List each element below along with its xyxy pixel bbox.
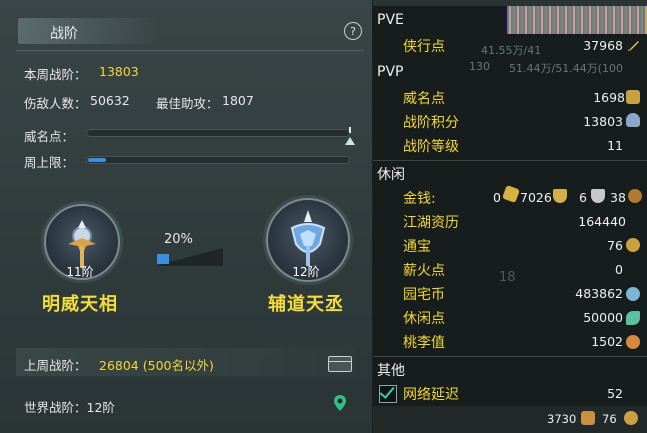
leisure-item-label: 薪火点 bbox=[403, 263, 445, 279]
leisure-item-label: 休闲点 bbox=[403, 311, 445, 327]
assist-label: 最佳助攻： bbox=[156, 96, 219, 111]
pvp-item-value: 13803 bbox=[583, 114, 623, 129]
weekly-rank-label: 本周战阶： bbox=[24, 67, 87, 82]
bottom-value-b: 76 bbox=[602, 412, 617, 426]
weekly-cap-bar bbox=[86, 156, 350, 164]
leisure-item-label: 江湖资历 bbox=[403, 215, 459, 231]
prestige-label: 威名点： bbox=[24, 129, 75, 144]
sword-icon bbox=[627, 37, 641, 51]
overlay-text-c: 51.44万/51.44万(100 bbox=[509, 62, 623, 75]
prestige-marker-icon bbox=[345, 137, 355, 145]
gold-ingot-icon bbox=[502, 185, 520, 203]
prestige-badge-icon bbox=[626, 90, 640, 104]
next-rank-level: 12阶 bbox=[292, 265, 320, 279]
pvp-item-value: 1698 bbox=[593, 90, 625, 105]
leaf-icon bbox=[626, 311, 640, 325]
section-pvp-header: PVP bbox=[377, 64, 404, 80]
panel-header: 战阶 bbox=[0, 14, 372, 48]
current-rank-level: 11阶 bbox=[66, 265, 94, 279]
section-leisure-header: 休闲 bbox=[377, 167, 405, 183]
divider bbox=[16, 50, 364, 51]
leisure-item-label: 通宝 bbox=[403, 239, 431, 255]
location-pin-icon[interactable] bbox=[333, 394, 347, 412]
money-label: 金钱: bbox=[403, 191, 436, 207]
weekly-rank-value: 13803 bbox=[99, 64, 139, 79]
pve-item-value: 37968 bbox=[583, 38, 623, 53]
upgrade-percent: 20% bbox=[164, 232, 193, 247]
header-banner bbox=[18, 18, 158, 44]
latency-label: 网络延迟 bbox=[403, 387, 459, 403]
section-pve-header: PVE bbox=[377, 12, 404, 28]
assist-value: 1807 bbox=[222, 93, 254, 108]
next-rank-name: 辅道天丞 bbox=[268, 294, 344, 315]
kills-label: 伤敌人数： bbox=[24, 96, 87, 111]
weekly-cap-label: 周上限： bbox=[24, 155, 75, 170]
silver-coin-icon bbox=[591, 189, 605, 203]
last-week-label: 上周战阶： bbox=[24, 358, 87, 373]
last-week-value: 26804 (500名以外) bbox=[99, 358, 214, 373]
panel-title: 战阶 bbox=[50, 26, 78, 42]
leisure-item-value: 1502 bbox=[591, 334, 623, 349]
tongbao-coin-icon bbox=[626, 238, 640, 252]
help-button[interactable]: ? bbox=[344, 22, 362, 40]
money-value-c: 6 bbox=[579, 190, 587, 205]
pve-item-label: 侠行点 bbox=[403, 39, 445, 55]
tongbao-coin-icon bbox=[624, 411, 638, 425]
current-rank-name: 明威天相 bbox=[42, 294, 118, 315]
money-value-b: 7026 bbox=[520, 190, 552, 205]
leisure-item-label: 桃李值 bbox=[403, 335, 445, 351]
pvp-item-label: 战阶等级 bbox=[403, 139, 459, 155]
pvp-item-label: 战阶积分 bbox=[403, 115, 459, 131]
leisure-item-value: 483862 bbox=[575, 286, 623, 301]
divider bbox=[373, 160, 647, 161]
silver-ingot-icon bbox=[553, 189, 567, 203]
background-number: 18 bbox=[499, 270, 516, 285]
leisure-item-value: 76 bbox=[607, 238, 623, 253]
decorative-stripes bbox=[507, 6, 647, 34]
prestige-marker-line bbox=[349, 127, 351, 133]
weekly-cap-fill bbox=[88, 158, 106, 162]
leisure-item-value: 164440 bbox=[578, 214, 626, 229]
peach-icon bbox=[626, 335, 640, 349]
leisure-item-value: 50000 bbox=[583, 310, 623, 325]
leisure-item-label: 园宅币 bbox=[403, 287, 445, 303]
money-value-d: 38 bbox=[610, 190, 626, 205]
rank-score-icon bbox=[626, 113, 640, 127]
reward-chest-icon[interactable] bbox=[328, 356, 352, 372]
house-coin-icon bbox=[626, 287, 640, 301]
upgrade-progress-fill bbox=[157, 254, 169, 264]
currency-panel: PVE 41.55万/41 130 51.44万/51.44万(100 侠行点 … bbox=[373, 0, 647, 433]
rank-panel: 战阶 ? 本周战阶： 13803 伤敌人数： 50632 最佳助攻： 1807 … bbox=[0, 0, 373, 433]
pvp-item-value: 11 bbox=[607, 138, 623, 153]
divider bbox=[373, 356, 647, 357]
section-other-header: 其他 bbox=[377, 363, 405, 379]
kills-value: 50632 bbox=[90, 93, 130, 108]
copper-coin-icon bbox=[628, 189, 642, 203]
flag-icon bbox=[581, 411, 595, 425]
world-rank: 世界战阶：12阶 bbox=[24, 400, 115, 415]
money-value-a: 0 bbox=[493, 190, 501, 205]
bottom-value-a: 3730 bbox=[547, 412, 577, 426]
prestige-bar bbox=[86, 129, 350, 137]
latency-value: 52 bbox=[607, 386, 623, 401]
pvp-item-label: 威名点 bbox=[403, 91, 445, 107]
